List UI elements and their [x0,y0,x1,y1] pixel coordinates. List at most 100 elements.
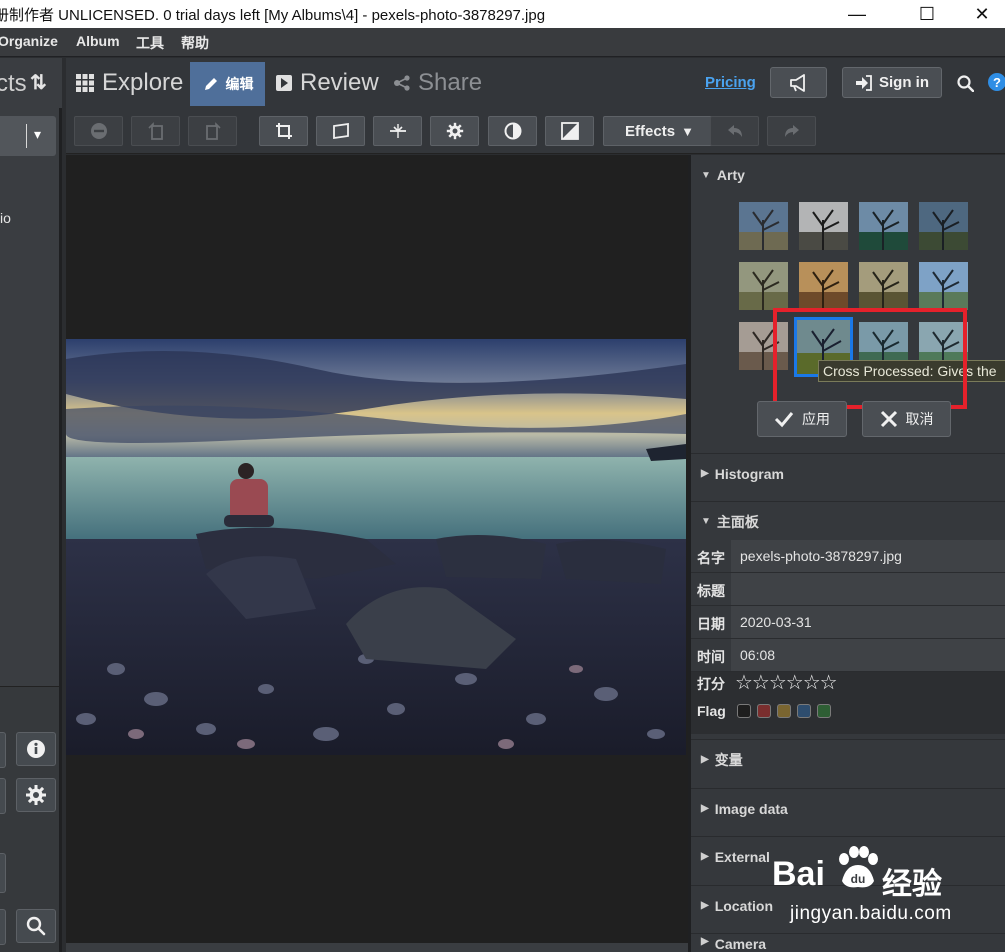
section-histogram-header[interactable]: ▶ Histogram [691,453,1005,493]
contrast-icon [504,122,521,140]
menu-album[interactable]: Album [76,33,120,49]
effect-thumbnail[interactable] [919,202,968,250]
rotate-right-button[interactable] [188,116,237,146]
sign-in-button[interactable]: Sign in [842,67,942,98]
section-arty-header[interactable]: ▼ Arty [691,155,1005,195]
help-icon[interactable]: ? [988,73,1005,91]
effects-dropdown-button[interactable]: Effects ▼ [603,116,716,146]
megaphone-icon [789,73,805,92]
section-variables-header[interactable]: ▶ 变量 [691,739,1005,779]
left-panel-stub-button[interactable] [0,853,6,893]
left-panel-title: cts [0,70,27,97]
flag-swatch-blue[interactable] [797,704,811,718]
play-icon [276,75,292,91]
effect-thumbnail[interactable] [859,202,908,250]
level-button[interactable] [373,116,422,146]
tab-explore[interactable]: Explore [76,66,183,100]
effect-thumbnail[interactable] [919,262,968,310]
exposure-icon [560,122,579,140]
maximize-button[interactable]: ☐ [904,0,950,28]
straighten-button[interactable] [316,116,365,146]
section-camera-label: Camera [714,936,767,952]
triangle-down-icon: ▼ [701,516,711,527]
sort-icon[interactable]: ⇅ [30,70,47,95]
tab-review[interactable]: Review [276,66,379,100]
remove-button[interactable] [74,116,123,146]
left-panel-header: cts ⇅ [0,58,62,108]
rotate-left-button[interactable] [131,116,180,146]
rating-stars[interactable]: ☆☆☆☆☆☆ [735,670,838,695]
pricing-link[interactable]: Pricing [705,74,756,91]
flag-label: Flag [697,703,726,719]
effect-thumbnail[interactable] [859,262,908,310]
property-value-field[interactable]: 2020-03-31 [731,606,1005,638]
apply-button[interactable]: 应用 [757,401,847,437]
undo-button[interactable] [710,116,759,146]
property-label: 时间 [697,649,725,665]
right-panel: ▼ Arty Cross Processed: Gives the 应用 取消 … [688,155,1005,952]
flag-swatch-green[interactable] [817,704,831,718]
flag-swatch-black[interactable] [737,704,751,718]
effect-thumbnail[interactable] [739,262,788,310]
effects-label: Effects [625,122,676,140]
pencil-icon [204,78,217,90]
cancel-button[interactable]: 取消 [862,401,951,437]
property-value-field[interactable]: pexels-photo-3878297.jpg [731,540,1005,572]
share-icon [394,75,410,91]
flag-swatch-red[interactable] [757,704,771,718]
effect-thumbnail[interactable] [739,202,788,250]
flag-swatch-yellow[interactable] [777,704,791,718]
left-panel-stub-button[interactable] [0,909,6,945]
triangle-right-icon: ▶ [701,851,709,862]
watermark-url: jingyan.baidu.com [790,903,952,924]
search-button[interactable] [16,909,56,943]
section-main-header[interactable]: ▼ 主面板 [691,501,1005,541]
crop-button[interactable] [259,116,308,146]
triangle-right-icon: ▶ [701,936,709,947]
apply-label: 应用 [802,411,830,427]
menu-organize[interactable]: Organize [0,33,58,49]
redo-button[interactable] [767,116,816,146]
baidu-watermark: Bai du 经验 jingyan.baidu.com [772,845,1005,930]
section-image-data-header[interactable]: ▶ Image data [691,788,1005,828]
minimize-button[interactable]: — [834,0,880,28]
tab-share[interactable]: Share [394,66,482,100]
contrast-button[interactable] [488,116,537,146]
triangle-right-icon: ▶ [701,468,709,479]
chevron-down-icon: ▾ [34,126,42,142]
undo-icon [727,125,742,137]
left-panel-dropdown[interactable]: ▾ [0,116,56,156]
effect-thumbnail[interactable] [799,262,848,310]
straighten-icon [332,123,349,139]
property-label: 标题 [697,583,725,599]
property-value-field[interactable]: 06:08 [731,639,1005,671]
left-panel-stub-button[interactable] [0,778,6,814]
tab-share-label: Share [418,69,483,96]
exposure-button[interactable] [545,116,594,146]
photo-viewer[interactable] [66,155,688,943]
section-histogram-label: Histogram [714,465,784,482]
close-button[interactable]: ✕ [959,0,1005,28]
section-camera-header[interactable]: ▶ Camera [691,933,1005,952]
close-icon [880,410,897,428]
property-value-field[interactable] [731,573,1005,605]
effect-thumbnail[interactable] [799,202,848,250]
grid-icon [76,74,94,92]
section-external-label: External [714,848,770,865]
watermark-brand-left: Bai [772,855,825,893]
watermark-brand-right: 经验 [882,868,942,901]
settings-button[interactable] [16,778,56,812]
crop-icon [275,123,292,139]
tab-edit[interactable]: 编辑 [190,62,265,106]
search-icon[interactable] [957,75,974,92]
left-panel-stub-button[interactable] [0,732,6,768]
viewer-scrollbar[interactable] [66,943,688,952]
minus-circle-icon [90,123,107,139]
window-title: 册制作者 UNLICENSED. 0 trial days left [My A… [0,7,546,24]
menu-tools[interactable]: 工具 [136,33,164,53]
annotation-highlight-box [773,308,967,409]
adjust-button[interactable] [430,116,479,146]
announcements-button[interactable] [770,67,827,98]
menu-help[interactable]: 帮助 [181,33,209,53]
info-button[interactable] [16,732,56,766]
